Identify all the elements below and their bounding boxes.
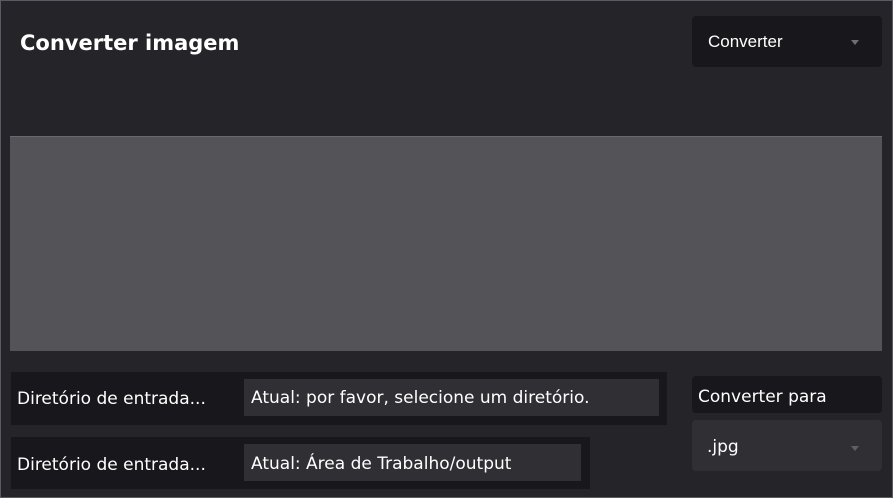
output-directory-label: Diretório de entrada...: [17, 455, 206, 475]
format-select[interactable]: .jpg: [692, 420, 882, 471]
convert-to-label-box: Converter para: [692, 376, 882, 413]
image-preview-area: [10, 136, 882, 351]
input-directory-label: Diretório de entrada...: [17, 389, 206, 409]
format-select-value: .jpg: [707, 437, 739, 457]
input-directory-field[interactable]: Atual: por favor, selecione um diretório…: [244, 379, 659, 416]
convert-to-label: Converter para: [698, 387, 827, 407]
mode-select-value: Converter: [708, 32, 783, 51]
page-title: Converter imagem: [20, 31, 240, 55]
app-window: Converter imagem Converter Diretório de …: [0, 0, 893, 498]
chevron-down-icon: [851, 40, 859, 45]
input-directory-row: Diretório de entrada... Atual: por favor…: [11, 372, 667, 425]
chevron-down-icon: [851, 446, 859, 451]
output-directory-field[interactable]: Atual: Área de Trabalho/output: [244, 444, 581, 481]
mode-select[interactable]: Converter: [692, 16, 882, 67]
output-directory-row: Diretório de entrada... Atual: Área de T…: [11, 437, 590, 489]
